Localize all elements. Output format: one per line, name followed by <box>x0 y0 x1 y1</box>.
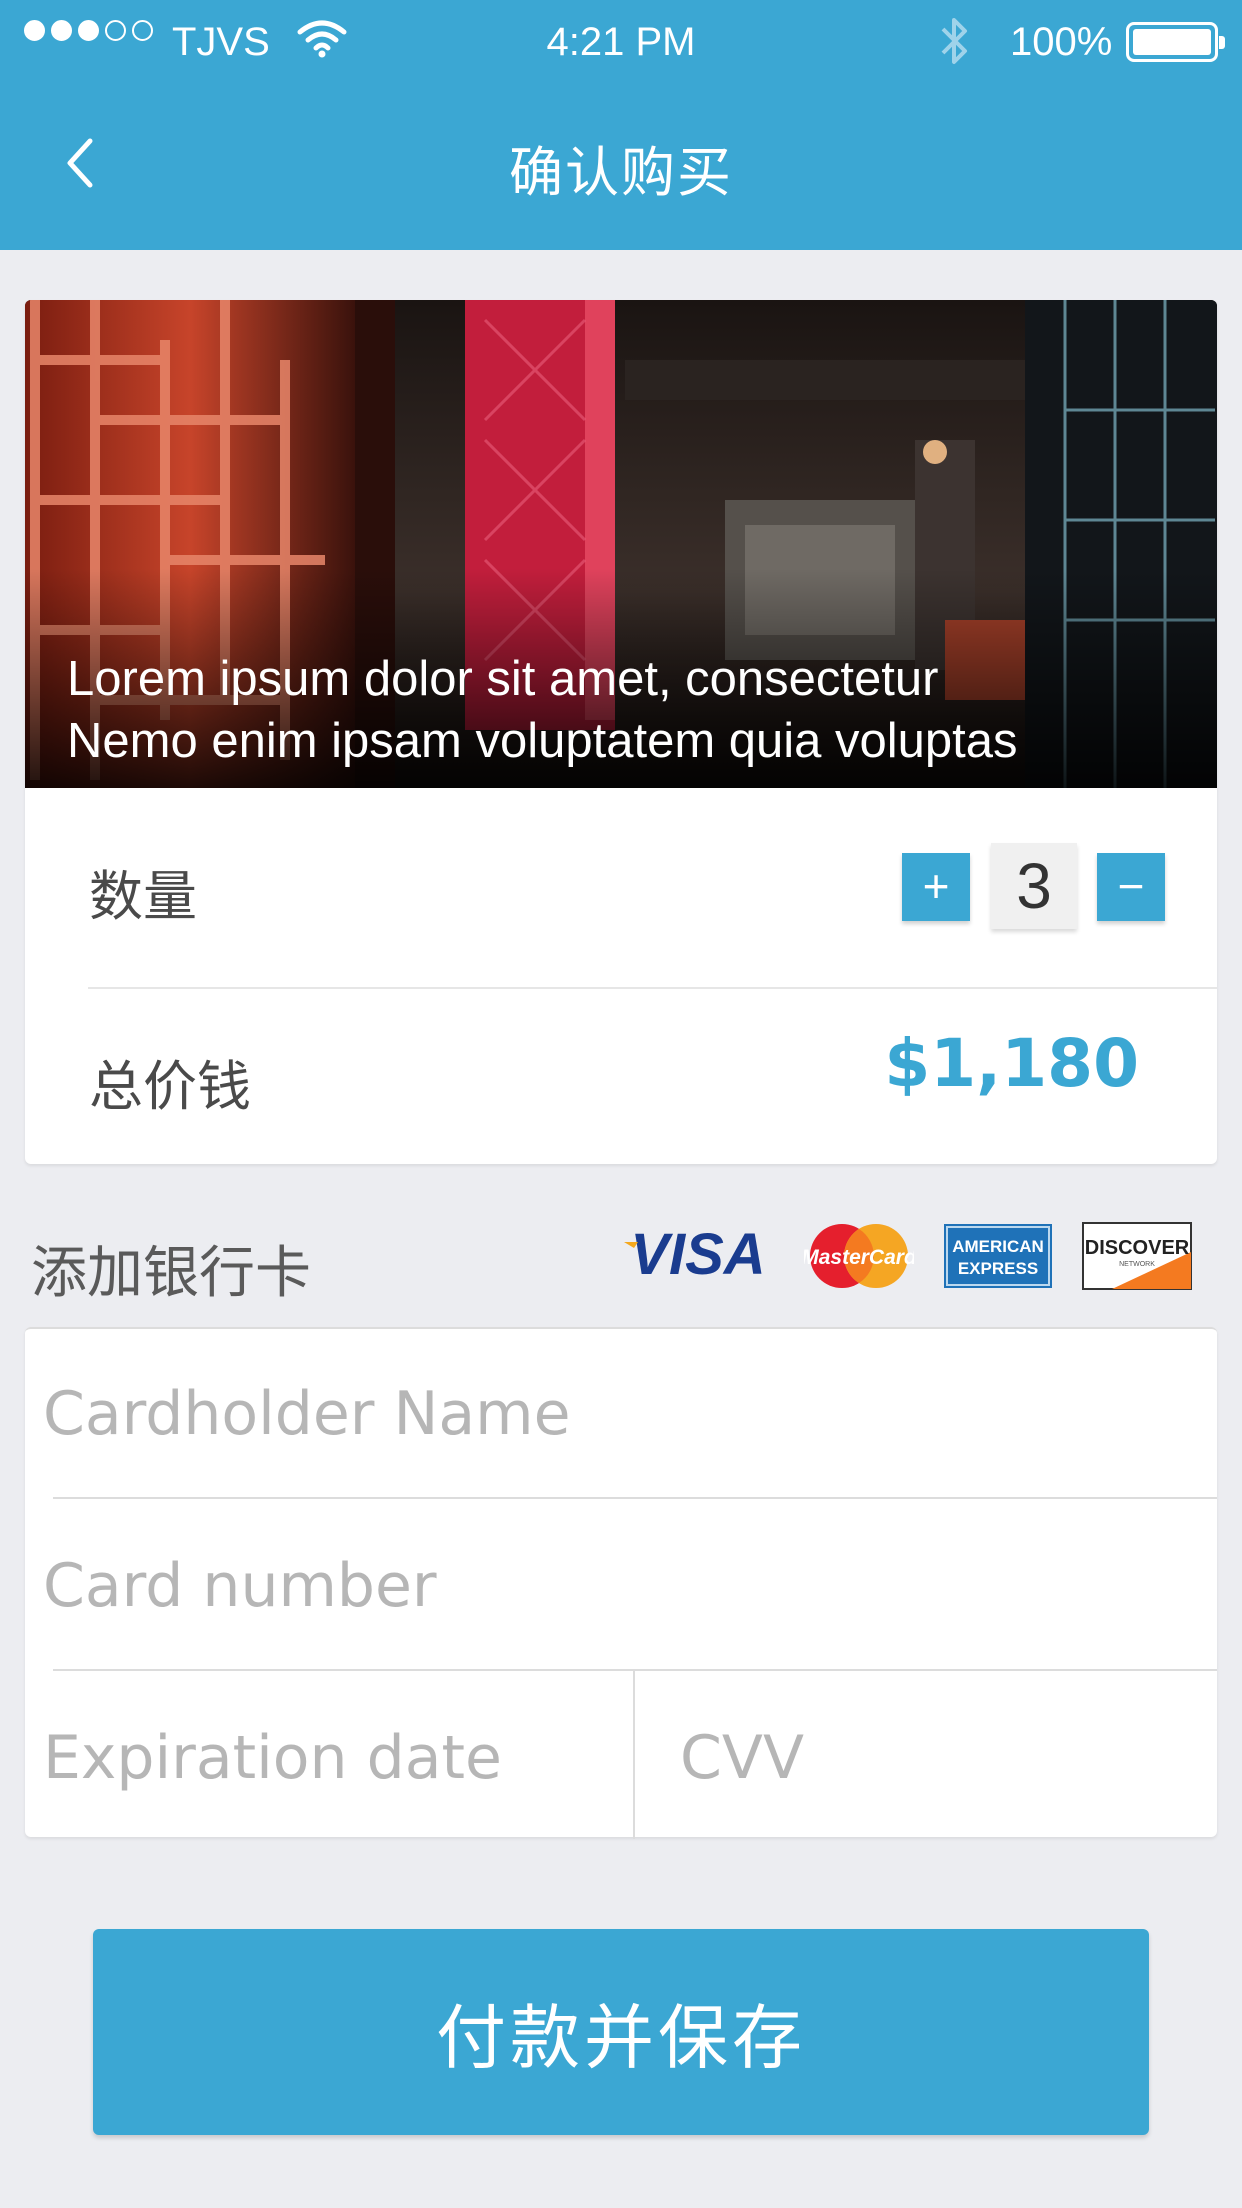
quantity-label: 数量 <box>89 865 197 928</box>
field-divider-vertical <box>633 1671 635 1839</box>
quantity-increment-button[interactable]: + <box>902 853 970 921</box>
card-number-input[interactable] <box>43 1541 1193 1631</box>
order-summary-card: Lorem ipsum dolor sit amet, consectetur … <box>25 300 1217 1164</box>
product-image: Lorem ipsum dolor sit amet, consectetur … <box>25 300 1217 788</box>
amex-logo-line-2: EXPRESS <box>958 1259 1038 1278</box>
visa-logo-text: VISA <box>630 1222 765 1287</box>
amex-logo-line-1: AMERICAN <box>952 1237 1044 1256</box>
quantity-value: 3 <box>991 843 1077 929</box>
quantity-decrement-button[interactable]: − <box>1097 853 1165 921</box>
row-divider <box>88 987 1217 989</box>
visa-logo: VISA <box>620 1222 776 1294</box>
product-caption-line-2: Nemo enim ipsam voluptatem quia voluptas <box>67 714 1018 768</box>
bluetooth-icon <box>937 14 971 78</box>
discover-logo-text: DISCOVER <box>1085 1237 1190 1259</box>
status-bar: TJVS 4:21 PM 100% <box>0 0 1242 86</box>
product-caption-line-1: Lorem ipsum dolor sit amet, consectetur <box>67 652 939 706</box>
page-title: 确认购买 <box>509 141 733 204</box>
product-caption: Lorem ipsum dolor sit amet, consectetur … <box>67 648 1018 772</box>
battery-icon <box>1126 22 1225 62</box>
mastercard-logo: MasterCard <box>801 1222 918 1294</box>
field-divider <box>53 1497 1217 1499</box>
field-divider <box>53 1669 1217 1671</box>
total-price-value: $1,180 <box>884 1025 1139 1102</box>
total-price-label: 总价钱 <box>89 1055 251 1118</box>
expiration-date-input[interactable] <box>43 1713 603 1803</box>
mastercard-logo-text: MasterCard <box>804 1246 914 1269</box>
battery-percent: 100% <box>1010 20 1113 64</box>
cvv-input[interactable] <box>680 1713 1200 1803</box>
american-express-logo: AMERICAN EXPRESS <box>944 1224 1052 1292</box>
discover-logo: DISCOVER NETWORK <box>1082 1222 1192 1294</box>
pay-and-save-button[interactable]: 付款并保存 <box>93 1929 1149 2135</box>
app-header: TJVS 4:21 PM 100% 确认购买 <box>0 0 1242 250</box>
add-card-heading: 添加银行卡 <box>31 1241 311 1306</box>
discover-logo-subtext: NETWORK <box>1119 1261 1155 1268</box>
cardholder-name-input[interactable] <box>43 1369 1193 1459</box>
card-details-form <box>25 1327 1217 1839</box>
